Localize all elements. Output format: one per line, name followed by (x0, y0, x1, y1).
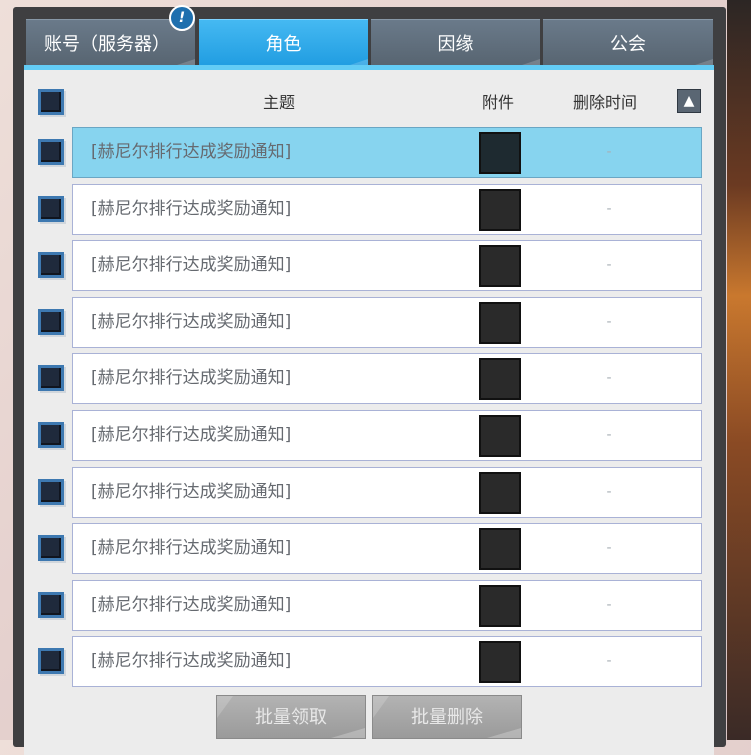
attachment-slot-icon[interactable] (479, 584, 521, 627)
row-checkbox[interactable] (38, 535, 64, 562)
tab-account-server[interactable]: 账号（服务器） (26, 19, 195, 69)
row-checkbox[interactable] (38, 252, 64, 279)
tab-label: 因缘 (437, 34, 474, 55)
mail-row[interactable]: [赫尼尔排行达成奖励通知] - (72, 410, 702, 461)
mail-subject: [赫尼尔排行达成奖励通知] (91, 142, 292, 162)
mail-list: 主题 附件 删除时间 ▲ [赫尼尔排行达成奖励通知] - [赫尼尔排行达成奖励通知]… (24, 65, 714, 755)
attachment-slot-icon[interactable] (479, 528, 521, 571)
mail-subject: [赫尼尔排行达成奖励通知] (91, 311, 292, 332)
select-all-checkbox[interactable] (38, 89, 64, 115)
mail-subject: [赫尼尔排行达成奖励通知] (91, 198, 292, 219)
mail-subject: [赫尼尔排行达成奖励通知] (91, 255, 292, 276)
delete-time: - (606, 257, 612, 274)
delete-time: - (606, 540, 612, 557)
mail-subject: [赫尼尔排行达成奖励通知] (91, 425, 292, 445)
mail-row[interactable]: [赫尼尔排行达成奖励通知] - (72, 523, 702, 575)
column-header-attachment: 附件 (482, 93, 515, 112)
row-checkbox[interactable] (38, 591, 64, 618)
mail-row[interactable]: [赫尼尔排行达成奖励通知] - (72, 296, 702, 348)
delete-time: - (606, 370, 612, 387)
row-checkbox[interactable] (38, 422, 64, 448)
batch-receive-button[interactable]: 批量领取 (216, 695, 366, 739)
delete-time: - (606, 200, 612, 217)
mail-panel: 账号（服务器） ! 角色 因缘 公会 主题 附件 删除时间 ▲ [赫尼尔排行达成… (13, 5, 726, 755)
column-header-delete-time: 删除时间 (573, 93, 638, 112)
attachment-slot-icon[interactable] (479, 471, 521, 514)
background-edge (727, 0, 751, 740)
delete-time: - (606, 483, 612, 500)
tab-label: 公会 (610, 34, 646, 55)
attachment-slot-icon[interactable] (479, 245, 521, 288)
tab-relationship[interactable]: 因缘 (371, 19, 540, 69)
batch-delete-button[interactable]: 批量删除 (372, 695, 522, 739)
batch-receive-label: 批量领取 (255, 707, 327, 728)
mail-row[interactable]: [赫尼尔排行达成奖励通知] - (72, 183, 702, 235)
attachment-slot-icon[interactable] (479, 301, 521, 344)
mail-row[interactable]: [赫尼尔排行达成奖励通知] - (72, 466, 702, 518)
attachment-slot-icon[interactable] (479, 188, 521, 231)
mail-row[interactable]: [赫尼尔排行达成奖励通知] - (72, 240, 702, 292)
mail-row[interactable]: [赫尼尔排行达成奖励通知] - (72, 636, 702, 688)
mail-row[interactable]: [赫尼尔排行达成奖励通知] - (72, 579, 702, 631)
mail-row[interactable]: [赫尼尔排行达成奖励通知] - (72, 353, 702, 405)
row-checkbox[interactable] (38, 478, 64, 505)
column-header-subject: 主题 (263, 93, 296, 112)
attachment-slot-icon[interactable] (479, 641, 521, 684)
row-checkbox[interactable] (38, 365, 64, 392)
mail-subject: [赫尼尔排行达成奖励通知] (91, 538, 292, 559)
mail-subject: [赫尼尔排行达成奖励通知] (91, 481, 292, 502)
row-checkbox[interactable] (38, 308, 64, 335)
alert-badge-icon: ! (169, 5, 195, 31)
mail-row[interactable]: [赫尼尔排行达成奖励通知] - (72, 127, 702, 178)
tab-label: 账号（服务器） (44, 34, 170, 55)
tab-character[interactable]: 角色 (199, 19, 368, 69)
delete-time: - (606, 144, 612, 160)
attachment-slot-icon[interactable] (479, 132, 521, 174)
row-checkbox[interactable] (38, 648, 64, 675)
attachment-slot-icon[interactable] (479, 415, 521, 457)
row-checkbox[interactable] (38, 195, 64, 222)
tab-guild[interactable]: 公会 (543, 19, 713, 69)
delete-time: - (606, 313, 612, 330)
attachment-slot-icon[interactable] (479, 358, 521, 401)
batch-delete-label: 批量删除 (411, 707, 483, 728)
delete-time: - (606, 427, 612, 443)
delete-time: - (606, 596, 612, 613)
mail-subject: [赫尼尔排行达成奖励通知] (91, 594, 292, 615)
mail-subject: [赫尼尔排行达成奖励通知] (91, 368, 292, 389)
sort-up-icon[interactable]: ▲ (677, 89, 701, 113)
mail-subject: [赫尼尔排行达成奖励通知] (91, 651, 292, 672)
delete-time: - (606, 653, 612, 670)
row-checkbox[interactable] (38, 139, 64, 165)
tab-label: 角色 (265, 34, 302, 55)
